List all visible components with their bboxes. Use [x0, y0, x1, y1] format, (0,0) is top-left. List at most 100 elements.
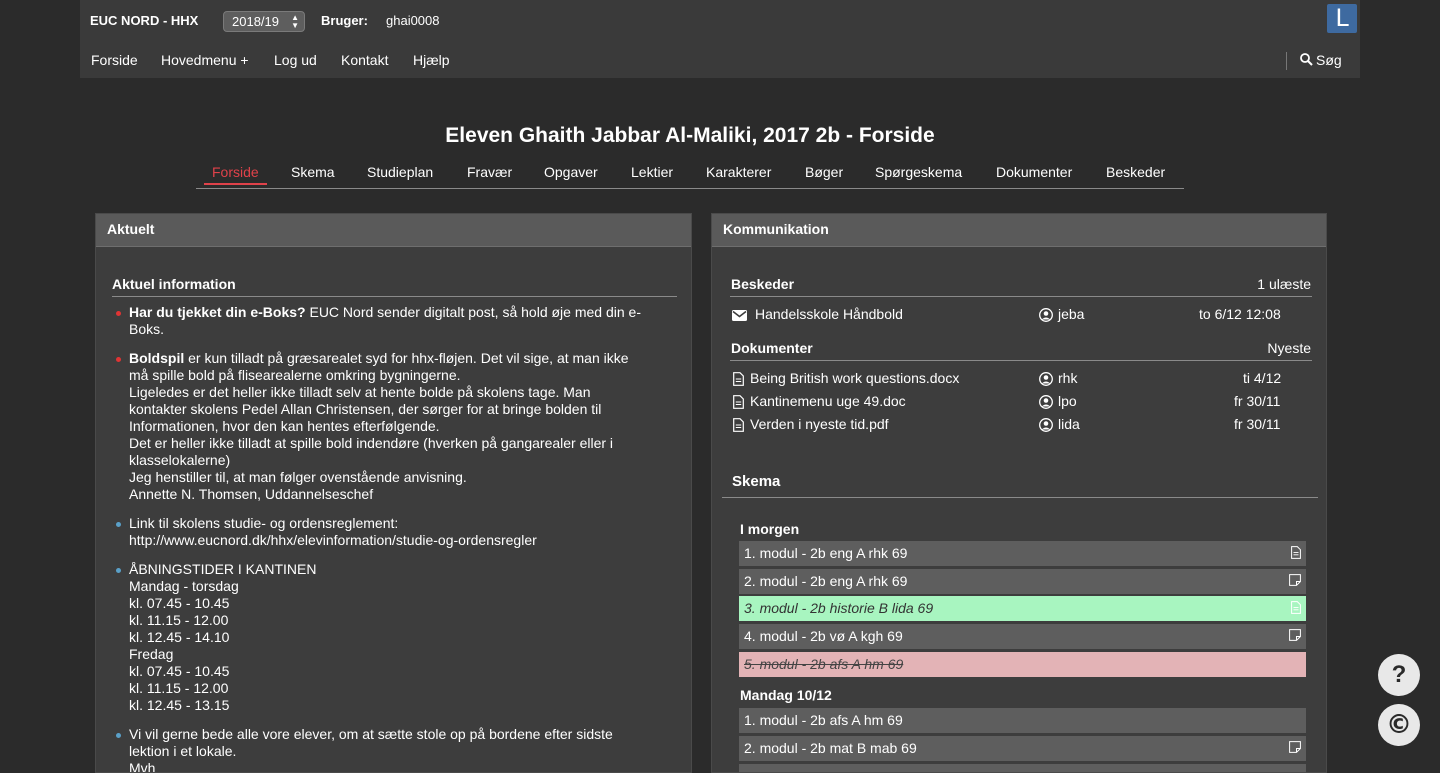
- schedule-row[interactable]: 1. modul - 2b eng A rhk 69: [739, 541, 1306, 566]
- note-icon[interactable]: [1289, 741, 1301, 753]
- news-list: Har du tjekket din e-Boks? EUC Nord send…: [113, 304, 678, 772]
- document-row[interactable]: Verden i nyeste tid.pdf: [733, 416, 889, 433]
- news-item-text: kl. 12.45 - 14.10: [129, 629, 230, 645]
- news-item-title: Har du tjekket din e-Boks?: [129, 304, 306, 320]
- news-item-text: Fredag: [129, 646, 174, 662]
- copyright-button[interactable]: ©: [1378, 704, 1420, 746]
- note-icon[interactable]: [1289, 629, 1301, 641]
- aktuelt-panel-title: Aktuelt: [96, 214, 691, 247]
- news-item-boldspil: Boldspil er kun tilladt på græsarealet s…: [113, 350, 678, 503]
- news-item-text: kontakter skolens Pedel Allan Christense…: [129, 401, 602, 417]
- document-icon[interactable]: [1291, 601, 1301, 614]
- schedule-row[interactable]: 4. modul - 2b vø A kgh 69: [739, 624, 1306, 649]
- schedule-row-changed[interactable]: 3. modul - 2b historie B lida 69: [739, 596, 1306, 621]
- document-icon: [733, 418, 744, 433]
- bullet-icon: [116, 357, 121, 362]
- tab-spoergeskema[interactable]: Spørgeskema: [875, 164, 962, 180]
- tab-forside[interactable]: Forside: [212, 164, 259, 180]
- news-item-text: er kun tilladt på græsarealet syd for hh…: [184, 350, 629, 366]
- tab-lektier[interactable]: Lektier: [631, 164, 673, 180]
- nav-kontakt[interactable]: Kontakt: [341, 52, 388, 68]
- news-item-text: kl. 11.15 - 12.00: [129, 612, 229, 628]
- document-owner[interactable]: lida: [1039, 416, 1080, 433]
- schedule-row-text: 2. modul - 2b mat B mab 69: [744, 740, 917, 756]
- help-button[interactable]: ?: [1378, 654, 1420, 696]
- user-name[interactable]: ghai0008: [386, 13, 440, 28]
- news-item-text: Annette N. Thomsen, Uddannelseschef: [129, 486, 374, 502]
- message-row[interactable]: Handelsskole Håndbold: [732, 306, 903, 322]
- active-tab-indicator: [204, 183, 267, 185]
- owner-name: lida: [1058, 416, 1080, 432]
- tab-dokumenter[interactable]: Dokumenter: [996, 164, 1072, 180]
- schedule-row[interactable]: 1. modul - 2b afs A hm 69: [739, 708, 1306, 733]
- document-owner[interactable]: rhk: [1039, 370, 1077, 387]
- school-brand[interactable]: EUC NORD - HHX: [90, 13, 198, 28]
- ordensregler-link[interactable]: http://www.eucnord.dk/hhx/elevinformatio…: [129, 532, 678, 549]
- kommunikation-panel: Kommunikation Beskeder 1 ulæste Handelss…: [711, 213, 1327, 773]
- news-item-text: ÅBNINGSTIDER I KANTINEN: [129, 561, 317, 577]
- section-divider: [730, 360, 1312, 361]
- schedule-day-label: I morgen: [740, 521, 800, 537]
- tab-opgaver[interactable]: Opgaver: [544, 164, 598, 180]
- schedule-row[interactable]: [739, 764, 1306, 772]
- nav-hovedmenu[interactable]: Hovedmenu +: [161, 52, 249, 68]
- document-date: fr 30/11: [1234, 416, 1281, 432]
- news-item-text: Mandag - torsdag: [129, 578, 239, 594]
- document-row[interactable]: Kantinemenu uge 49.doc: [733, 393, 906, 410]
- aktuelt-panel: Aktuelt Aktuel information Har du tjekke…: [95, 213, 692, 773]
- news-item-kantine: ÅBNINGSTIDER I KANTINEN Mandag - torsdag…: [113, 561, 678, 714]
- tab-skema[interactable]: Skema: [291, 164, 335, 180]
- skema-heading[interactable]: Skema: [732, 473, 780, 490]
- message-sender[interactable]: jeba: [1039, 306, 1084, 323]
- document-icon: [733, 395, 744, 410]
- news-item-eboks: Har du tjekket din e-Boks? EUC Nord send…: [113, 304, 678, 338]
- tab-studieplan[interactable]: Studieplan: [367, 164, 433, 180]
- news-item-text: Informationen, hvor den kan hentes efter…: [129, 418, 440, 434]
- nav-log-ud[interactable]: Log ud: [274, 52, 317, 68]
- document-icon: [733, 372, 744, 387]
- user-icon: [1039, 308, 1053, 323]
- news-item-text: kl. 11.15 - 12.00: [129, 680, 229, 696]
- nav-divider: [1286, 52, 1287, 70]
- news-item-ordensregler: Link til skolens studie- og ordensreglem…: [113, 515, 678, 549]
- search-label: Søg: [1316, 52, 1342, 68]
- nav-forside[interactable]: Forside: [91, 52, 138, 68]
- news-item-text: kl. 12.45 - 13.15: [129, 697, 230, 713]
- news-item-text: klasselokalerne): [129, 452, 231, 468]
- news-item-text: kl. 07.45 - 10.45: [129, 663, 230, 679]
- news-item-text: Jeg henstiller til, at man følger ovenst…: [129, 469, 467, 485]
- school-year-select[interactable]: 2018/19 ▲ ▼: [223, 11, 305, 32]
- search-icon: [1300, 53, 1313, 66]
- schedule-day-label: Mandag 10/12: [740, 687, 832, 703]
- bullet-icon: [116, 311, 121, 316]
- schedule-row-cancelled[interactable]: 5. modul - 2b afs A hm 69: [739, 652, 1306, 677]
- document-name: Kantinemenu uge 49.doc: [750, 393, 906, 409]
- envelope-icon: [732, 309, 747, 321]
- schedule-row[interactable]: 2. modul - 2b eng A rhk 69: [739, 569, 1306, 594]
- kommunikation-panel-title: Kommunikation: [712, 214, 1326, 247]
- documents-sort-label[interactable]: Nyeste: [1267, 340, 1311, 356]
- document-date: ti 4/12: [1243, 370, 1282, 386]
- schedule-row[interactable]: 2. modul - 2b mat B mab 69: [739, 736, 1306, 761]
- school-year-value: 2018/19: [232, 14, 279, 29]
- news-item-title: Boldspil: [129, 350, 185, 366]
- bullet-icon: [116, 733, 121, 738]
- beskeder-heading[interactable]: Beskeder: [731, 276, 794, 292]
- unread-count[interactable]: 1 ulæste: [1257, 276, 1311, 292]
- bullet-icon: [116, 568, 121, 573]
- lectio-logo[interactable]: L: [1327, 4, 1357, 33]
- document-row[interactable]: Being British work questions.docx: [733, 370, 959, 387]
- tab-karakterer[interactable]: Karakterer: [706, 164, 771, 180]
- tab-boeger[interactable]: Bøger: [805, 164, 843, 180]
- document-icon[interactable]: [1291, 546, 1301, 559]
- search-button[interactable]: Søg: [1300, 52, 1342, 68]
- schedule-row-text: 1. modul - 2b afs A hm 69: [744, 712, 903, 728]
- schedule-row-text: 5. modul - 2b afs A hm 69: [744, 656, 904, 672]
- dokumenter-heading[interactable]: Dokumenter: [731, 340, 813, 356]
- nav-hjaelp[interactable]: Hjælp: [413, 52, 450, 68]
- tab-beskeder[interactable]: Beskeder: [1106, 164, 1165, 180]
- tab-fravaer[interactable]: Fravær: [467, 164, 512, 180]
- news-item-text: Boks.: [129, 321, 165, 337]
- note-icon[interactable]: [1289, 574, 1301, 586]
- document-owner[interactable]: lpo: [1039, 393, 1077, 410]
